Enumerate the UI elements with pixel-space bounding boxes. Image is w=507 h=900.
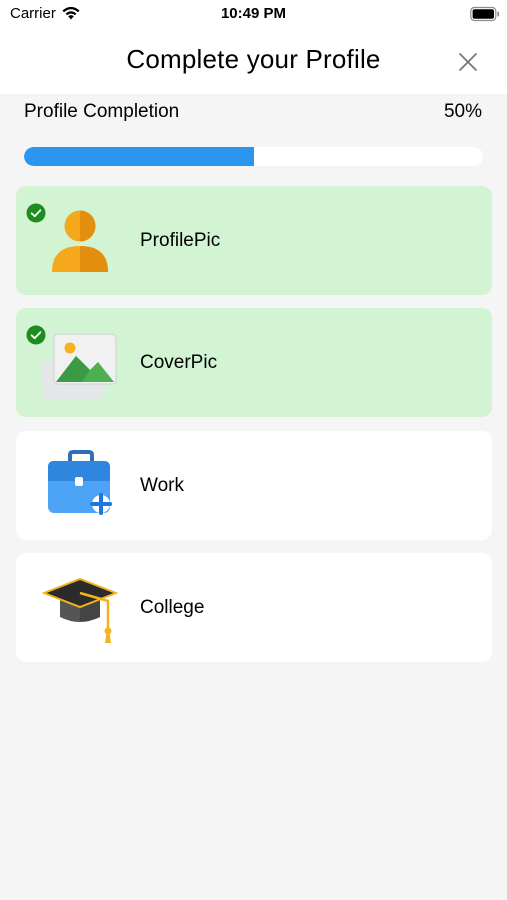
close-button[interactable]	[452, 46, 484, 78]
card-label: ProfilePic	[140, 230, 221, 251]
card-cover-pic[interactable]: CoverPic	[16, 308, 492, 417]
card-label: Work	[140, 475, 184, 496]
completion-percentage: 50%	[443, 101, 482, 122]
user-icon	[52, 210, 108, 272]
briefcase-add-icon	[48, 450, 112, 515]
card-profile-pic[interactable]: ProfilePic	[16, 186, 492, 295]
card-college[interactable]: College	[16, 553, 492, 662]
graduation-cap-icon	[42, 577, 118, 643]
close-icon	[459, 53, 477, 71]
progress-fill	[24, 147, 254, 166]
status-time: 10:49 PM	[220, 5, 287, 22]
header: Complete your Profile	[0, 28, 507, 94]
card-label: CoverPic	[140, 352, 218, 373]
completion-label: Profile Completion	[24, 101, 180, 122]
page-title: Complete your Profile	[126, 44, 381, 74]
battery-icon	[470, 6, 500, 22]
progress-bar	[24, 147, 483, 166]
status-bar: Carrier 10:49 PM	[0, 0, 507, 28]
card-label: College	[140, 597, 205, 618]
card-work[interactable]: Work	[16, 431, 492, 540]
image-icon	[42, 333, 117, 400]
